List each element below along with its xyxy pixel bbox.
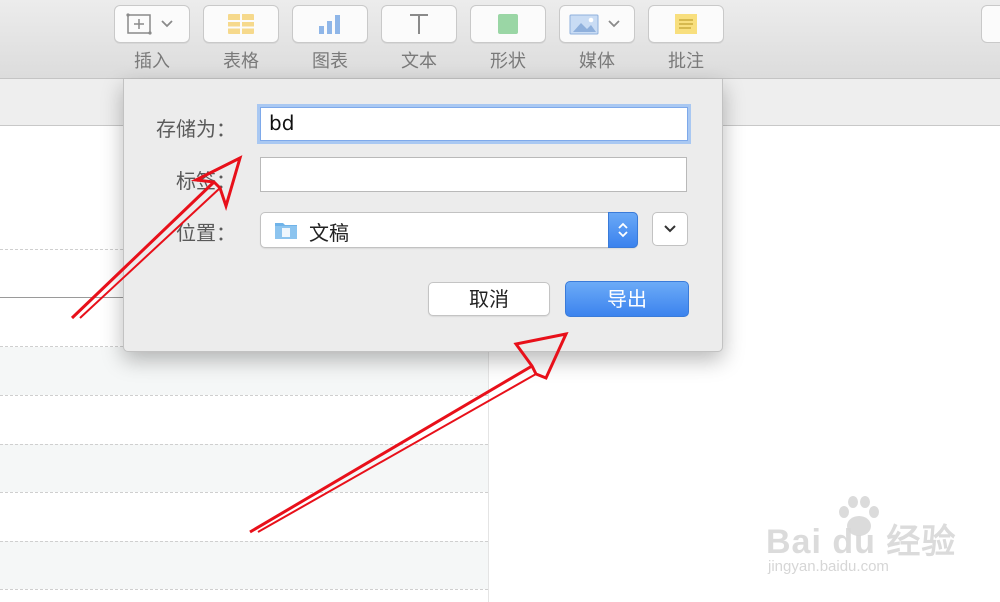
- table-row: [0, 347, 488, 395]
- shape-button[interactable]: [470, 5, 546, 43]
- table-icon: [228, 14, 254, 34]
- insert-label: 插入: [134, 51, 170, 72]
- location-value: 文稿: [309, 221, 349, 245]
- tags-label: 标签：: [176, 169, 236, 193]
- insert-icon: [126, 13, 173, 35]
- table-label: 表格: [223, 51, 259, 72]
- table-tool[interactable]: 表格: [203, 5, 279, 75]
- table-row-divider: [0, 395, 488, 396]
- export-button[interactable]: 导出: [565, 281, 689, 317]
- text-button[interactable]: [381, 5, 457, 43]
- cancel-button[interactable]: 取消: [428, 282, 550, 316]
- baidu-watermark: Bai du 经验 jingyan.baidu.com: [766, 494, 986, 584]
- expand-browser-button[interactable]: [652, 212, 688, 246]
- media-button[interactable]: [559, 5, 635, 43]
- shape-icon: [498, 14, 518, 34]
- media-tool[interactable]: 媒体: [559, 5, 635, 75]
- location-stepper[interactable]: [608, 212, 638, 248]
- chart-button[interactable]: [292, 5, 368, 43]
- table-row: [0, 444, 488, 492]
- shape-tool[interactable]: 形状: [470, 5, 546, 75]
- updown-chevron-icon: [618, 222, 628, 238]
- export-dialog: 存储为： bd 标签： 位置： 文稿 取消 导出: [123, 79, 723, 352]
- insert-button[interactable]: [114, 5, 190, 43]
- location-label: 位置：: [176, 221, 236, 245]
- table-button[interactable]: [203, 5, 279, 43]
- save-as-label: 存储为：: [156, 117, 236, 141]
- chart-label: 图表: [312, 51, 348, 72]
- comment-label: 批注: [668, 51, 704, 72]
- chevron-down-icon: [664, 225, 676, 233]
- chart-icon: [319, 15, 340, 34]
- location-popup[interactable]: 文稿: [260, 212, 638, 248]
- text-icon: [410, 14, 428, 34]
- comment-button[interactable]: [648, 5, 724, 43]
- media-icon: [569, 14, 620, 35]
- insert-tool[interactable]: 插入: [114, 5, 190, 75]
- toolbar-right-button[interactable]: [981, 5, 1000, 43]
- text-label: 文本: [401, 51, 437, 72]
- text-tool[interactable]: 文本: [381, 5, 457, 75]
- comment-tool[interactable]: 批注: [648, 5, 724, 75]
- table-row-divider: [0, 541, 488, 542]
- chart-tool[interactable]: 图表: [292, 5, 368, 75]
- toolbar: 插入 表格 图表 文本 形状 媒体 批注: [0, 0, 1000, 79]
- watermark-url: jingyan.baidu.com: [768, 558, 889, 575]
- media-label: 媒体: [579, 51, 615, 72]
- watermark-brand: Bai du 经验: [766, 523, 957, 561]
- save-as-input[interactable]: bd: [260, 107, 688, 141]
- folder-icon: [275, 223, 297, 239]
- table-row-divider: [0, 589, 488, 590]
- table-row: [0, 541, 488, 589]
- comment-icon: [675, 14, 697, 34]
- tags-input[interactable]: [260, 157, 687, 192]
- shape-label: 形状: [490, 51, 526, 72]
- table-row-divider: [0, 492, 488, 493]
- table-row-divider: [0, 444, 488, 445]
